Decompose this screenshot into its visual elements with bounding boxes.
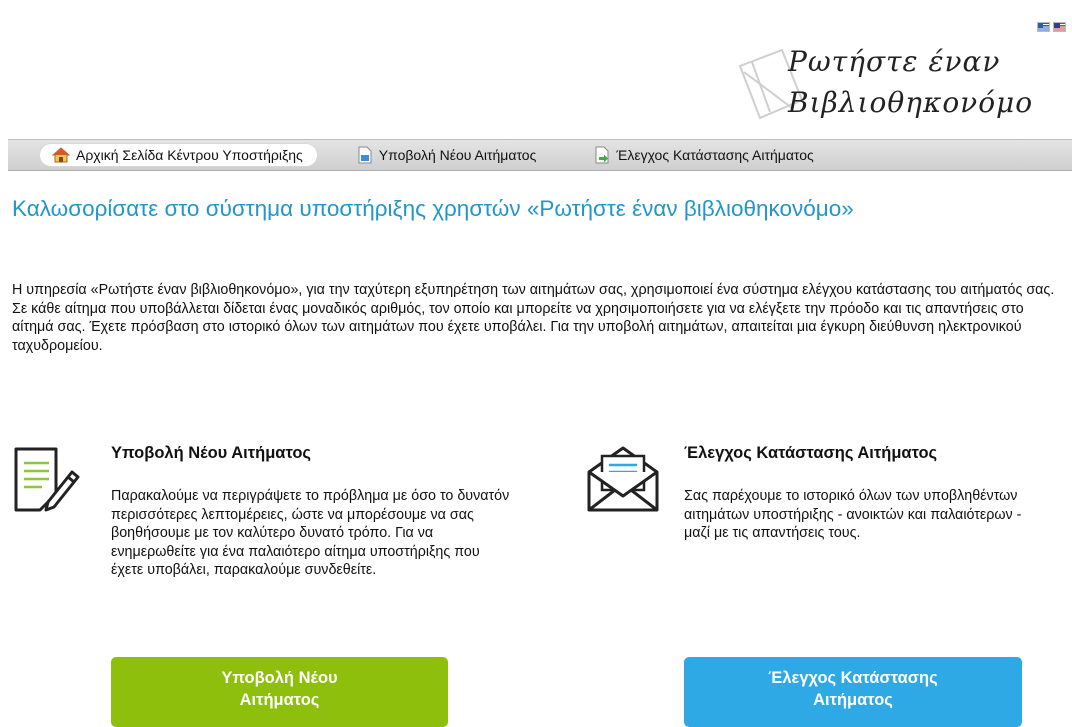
new-ticket-description: Παρακαλούμε να περιγράψετε το πρόβλημα μ… xyxy=(111,488,510,578)
page-title: Καλωσορίσατε στο σύστημα υποστήριξης χρη… xyxy=(12,196,854,221)
logo-line-2: Βιβλιοθηκονόμο xyxy=(788,86,1034,119)
home-icon xyxy=(52,147,70,163)
check-status-title: Έλεγχος Κατάστασης Αιτήματος xyxy=(684,444,938,462)
check-status-button-line2: Αιτήματος xyxy=(813,691,893,709)
language-switcher xyxy=(1037,22,1066,32)
nav-home[interactable]: Αρχική Σελίδα Κέντρου Υποστήριξης xyxy=(40,144,317,166)
document-pencil-icon xyxy=(12,446,80,519)
nav-check-status-label: Έλεγχος Κατάστασης Αιτήματος xyxy=(616,147,814,163)
submit-new-ticket-button-line2: Αιτήματος xyxy=(239,691,320,709)
check-status-description: Σας παρέχουμε το ιστορικό όλων των υποβλ… xyxy=(684,488,1022,541)
intro-paragraph: Η υπηρεσία «Ρωτήστε έναν βιβλιοθηκονόμο»… xyxy=(12,282,1055,354)
new-ticket-title: Υποβολή Νέου Αιτήματος xyxy=(111,444,312,462)
submit-new-ticket-button[interactable]: Υποβολή Νέου Αιτήματος xyxy=(111,657,448,727)
nav-check-status[interactable]: Έλεγχος Κατάστασης Αιτήματος xyxy=(594,146,814,164)
nav-new-ticket[interactable]: Υποβολή Νέου Αιτήματος xyxy=(357,146,537,164)
document-arrow-icon xyxy=(594,146,610,164)
main-nav: Αρχική Σελίδα Κέντρου Υποστήριξης Υποβολ… xyxy=(8,139,1072,171)
new-document-icon xyxy=(357,146,373,164)
check-status-button[interactable]: Έλεγχος Κατάστασης Αιτήματος xyxy=(684,657,1022,727)
nav-new-ticket-label: Υποβολή Νέου Αιτήματος xyxy=(378,147,537,163)
logo-line-1: Ρωτήστε έναν xyxy=(788,45,1001,78)
check-status-button-line1: Έλεγχος Κατάστασης xyxy=(768,669,938,687)
site-logo[interactable]: Ρωτήστε έναν Βιβλιοθηκονόμο xyxy=(730,38,1034,124)
submit-new-ticket-button-line1: Υποβολή Νέου xyxy=(221,669,338,687)
greek-flag-icon[interactable] xyxy=(1037,22,1050,32)
english-flag-icon[interactable] xyxy=(1053,22,1066,32)
open-envelope-icon xyxy=(585,444,661,519)
nav-home-label: Αρχική Σελίδα Κέντρου Υποστήριξης xyxy=(76,147,303,163)
